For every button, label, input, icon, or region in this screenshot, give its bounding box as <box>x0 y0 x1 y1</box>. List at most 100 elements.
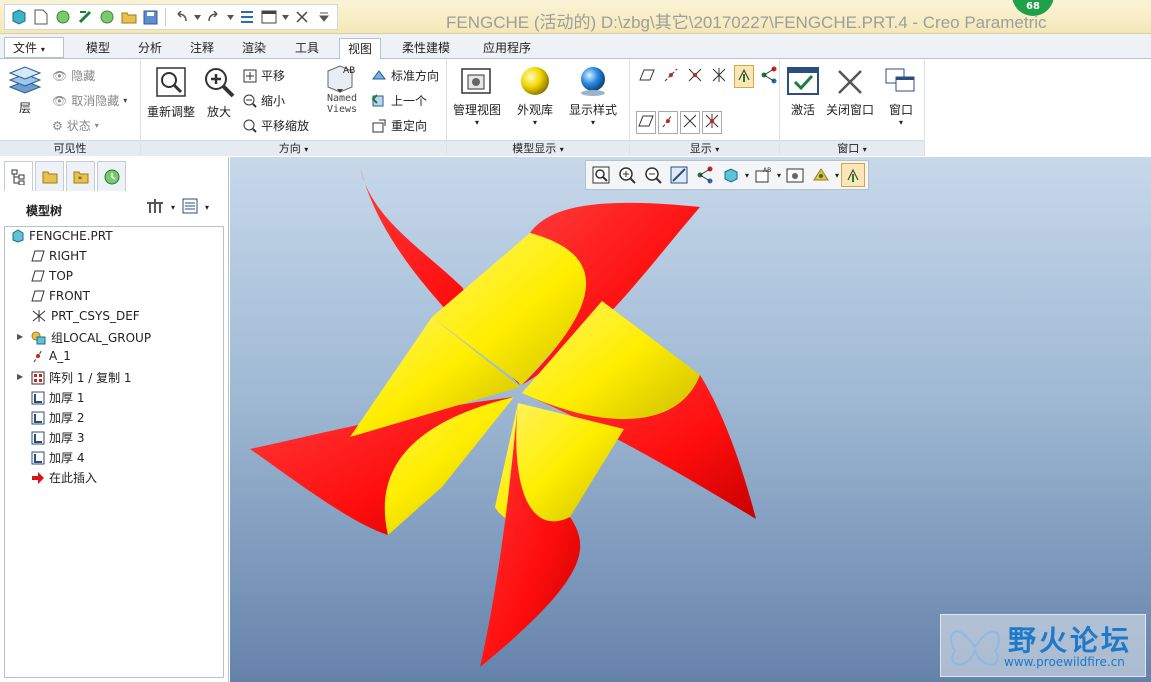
chevron-down-icon[interactable] <box>226 8 234 27</box>
tree-item-thicken-3[interactable]: 加厚 3 <box>31 429 84 446</box>
history-tab[interactable] <box>97 161 126 191</box>
plane-display-icon[interactable] <box>638 66 656 87</box>
appearance-gallery-button[interactable]: 外观库 ▾ <box>517 65 553 127</box>
view-manager-icon[interactable] <box>783 163 807 187</box>
undo-icon[interactable] <box>171 8 190 27</box>
butterfly-logo-icon <box>950 630 1000 666</box>
model-tree-tab[interactable] <box>4 161 33 191</box>
tree-item-thicken-2[interactable]: 加厚 2 <box>31 409 84 426</box>
unhide-button[interactable]: 👁 取消隐藏 ▾ <box>52 92 127 109</box>
orientation-group: 重新调整 放大 平移 缩小 平移缩放 AB Named Views 标准方向 上… <box>141 59 447 156</box>
chevron-down-icon: ▾ <box>475 118 480 127</box>
tree-item-axis[interactable]: A_1 <box>31 349 71 363</box>
tree-item-front[interactable]: FRONT <box>31 289 90 303</box>
chevron-down-icon[interactable] <box>193 8 201 27</box>
plane-tag-icon[interactable] <box>636 111 656 134</box>
spin-center-icon[interactable] <box>760 66 778 87</box>
display-style-view-icon[interactable] <box>719 163 743 187</box>
activate-window-icon <box>787 67 819 95</box>
chevron-down-icon[interactable]: ▾ <box>171 203 175 212</box>
repaint-icon[interactable] <box>667 163 691 187</box>
windows-icon[interactable] <box>259 8 278 27</box>
tree-item-csys[interactable]: PRT_CSYS_DEF <box>31 309 140 323</box>
manage-views-button[interactable]: 管理视图 ▾ <box>453 65 501 127</box>
tab-view[interactable]: 视图 <box>339 38 382 61</box>
expand-arrow-icon[interactable]: ▶ <box>17 372 23 381</box>
regenerate-icon[interactable] <box>75 8 94 27</box>
tab-annotate[interactable]: 注释 <box>182 38 222 59</box>
reorient-button[interactable]: 重定向 <box>371 117 427 134</box>
open-icon[interactable] <box>53 8 72 27</box>
tree-settings-icon[interactable] <box>145 197 165 218</box>
refit-icon <box>156 67 186 97</box>
tree-item-local-group[interactable]: 组LOCAL_GROUP <box>31 329 151 346</box>
previous-view-button[interactable]: 上一个 <box>371 92 427 109</box>
chevron-down-icon[interactable] <box>281 8 289 27</box>
tab-render[interactable]: 渲染 <box>234 38 274 59</box>
display-style-button[interactable]: 显示样式 ▾ <box>569 65 617 127</box>
saved-orientations-icon[interactable]: AB <box>751 163 775 187</box>
spin-center-view-icon[interactable] <box>693 163 717 187</box>
tree-item-insert-here[interactable]: 在此插入 <box>31 469 97 486</box>
status-button[interactable]: ⚙ 状态 ▾ <box>52 117 99 134</box>
named-views-button[interactable]: AB Named Views <box>325 63 359 115</box>
windows-button[interactable]: 窗口 ▾ <box>884 65 918 127</box>
close-window-icon[interactable] <box>292 8 311 27</box>
zoom-out-view-icon[interactable] <box>641 163 665 187</box>
zoom-in-button[interactable]: 放大 <box>202 65 236 120</box>
pinwheel-model[interactable] <box>230 157 1151 682</box>
tree-columns-icon[interactable] <box>181 197 199 218</box>
tree-item-pattern[interactable]: 阵列 1 / 复制 1 <box>31 369 132 386</box>
tab-tools[interactable]: 工具 <box>287 38 327 59</box>
part-icon <box>12 229 24 243</box>
pattern-icon <box>31 371 45 384</box>
point-display-icon[interactable] <box>686 66 704 87</box>
redo-icon[interactable] <box>204 8 223 27</box>
visibility-group-label: 可见性 <box>0 140 140 156</box>
folder-icon[interactable] <box>119 8 138 27</box>
tree-item-thicken-4[interactable]: 加厚 4 <box>31 449 84 466</box>
folder-browser-tab[interactable] <box>35 161 64 191</box>
zoom-out-button[interactable]: 缩小 <box>243 92 285 109</box>
tab-model[interactable]: 模型 <box>78 38 118 59</box>
green-dot-icon[interactable] <box>97 8 116 27</box>
regenerate-model-icon[interactable] <box>237 8 256 27</box>
pan-button[interactable]: 平移 <box>243 67 285 84</box>
chevron-down-icon[interactable]: ▾ <box>205 203 209 212</box>
customize-toolbar-icon[interactable] <box>314 8 333 27</box>
standard-orientation-button[interactable]: 标准方向 <box>371 67 439 84</box>
tab-flexible-modeling[interactable]: 柔性建模 <box>394 38 458 59</box>
close-window-button[interactable]: 关闭窗口 <box>826 65 874 118</box>
axis-tag-icon[interactable] <box>658 111 678 134</box>
perspective-icon[interactable] <box>809 163 833 187</box>
graphics-viewport[interactable] <box>230 157 1151 682</box>
csys-tag-icon[interactable] <box>702 111 722 134</box>
tab-applications[interactable]: 应用程序 <box>475 38 539 59</box>
favorites-tab[interactable]: * <box>66 161 95 191</box>
csys-display-icon[interactable] <box>710 66 728 87</box>
tab-analysis[interactable]: 分析 <box>130 38 170 59</box>
chevron-down-icon[interactable]: ▾ <box>777 171 781 180</box>
hide-button[interactable]: 👁 隐藏 <box>52 67 95 84</box>
app-icon[interactable] <box>9 8 28 27</box>
point-tag-icon[interactable] <box>680 111 700 134</box>
refit-view-icon[interactable] <box>589 163 613 187</box>
tree-item-part[interactable]: FENGCHE.PRT <box>11 229 113 243</box>
expand-arrow-icon[interactable]: ▶ <box>17 332 23 341</box>
tree-item-right[interactable]: RIGHT <box>31 249 87 263</box>
zoom-in-view-icon[interactable] <box>615 163 639 187</box>
save-icon[interactable] <box>141 8 160 27</box>
annotation-display-icon[interactable] <box>734 65 754 88</box>
new-file-icon[interactable] <box>31 8 50 27</box>
tree-item-top[interactable]: TOP <box>31 269 73 283</box>
tree-item-thicken-1[interactable]: 加厚 1 <box>31 389 84 406</box>
chevron-down-icon[interactable]: ▾ <box>835 171 839 180</box>
chevron-down-icon[interactable]: ▾ <box>745 171 749 180</box>
tab-file[interactable]: 文件 ▾ <box>4 37 64 58</box>
annotation-display-view-icon[interactable] <box>841 163 866 187</box>
layer-button[interactable]: 层 <box>8 65 42 116</box>
axis-display-icon[interactable] <box>662 66 680 87</box>
pan-zoom-button[interactable]: 平移缩放 <box>243 117 309 134</box>
refit-button[interactable]: 重新调整 <box>147 65 195 120</box>
activate-button[interactable]: 激活 <box>786 65 820 118</box>
